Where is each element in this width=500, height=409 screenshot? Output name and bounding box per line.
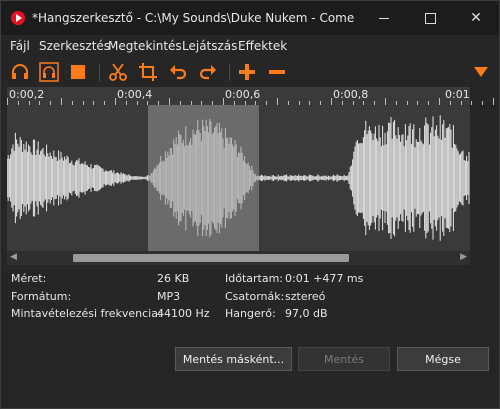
scroll-left-icon[interactable]: ◀ [10,252,17,262]
ruler-tick [115,98,116,105]
menu-effects[interactable]: Effektek [238,39,287,53]
ruler-tick [277,98,278,105]
window-title: *Hangszerkesztő - C:\My Sounds\Duke Nuke… [32,11,357,25]
ruler-tick [61,98,62,105]
headphones-selection-icon[interactable] [39,62,59,82]
close-button[interactable]: ✕ [453,1,499,35]
redo-icon[interactable] [198,62,218,82]
dropdown-arrow-icon[interactable] [471,62,491,82]
timeline-ruler[interactable]: 0:00,2 0:00,4 0:00,6 0:00,8 0:01 [7,87,494,105]
minimize-icon [379,17,389,19]
ruler-tick [439,98,440,105]
app-logo-icon [11,11,25,25]
sample-rate-label: Mintavételezési frekvencia: [11,307,162,320]
cancel-button[interactable]: Mégse [397,347,489,371]
size-label: Méret: [11,272,47,285]
toolbar-divider [99,64,100,81]
ruler-tick [223,98,224,105]
save-button: Mentés [298,347,390,371]
sample-rate-value: 44100 Hz [157,307,210,320]
size-value: 26 KB [157,272,190,285]
time-label: 0:00,2 [9,88,45,101]
toolbar [1,57,499,87]
time-label: 0:01 [445,88,470,101]
maximize-icon [424,12,436,24]
maximize-button[interactable] [407,1,453,35]
menu-view[interactable]: Megtekintés [108,39,182,53]
format-value: MP3 [157,290,181,303]
volume-label: Hangerő: [225,307,276,320]
duration-label: Időtartam: [225,272,284,285]
waveform-view[interactable] [7,105,470,251]
horizontal-scrollbar[interactable]: ◀ ▶ [7,251,470,265]
ruler-tick [169,98,170,105]
ruler-tick [471,101,473,105]
menu-playback[interactable]: Lejátszás [182,39,237,53]
save-as-button[interactable]: Mentés másként... [175,347,292,371]
ruler-tick [482,101,484,105]
menu-edit[interactable]: Szerkesztés [39,39,110,53]
ruler-tick [493,98,494,105]
menu-file[interactable]: Fájl [10,39,30,53]
time-label: 0:00,4 [117,88,153,101]
close-icon: ✕ [470,10,482,26]
ruler-tick [331,98,332,105]
undo-icon[interactable] [168,62,188,82]
minus-icon[interactable] [267,62,287,82]
time-label: 0:00,8 [333,88,369,101]
volume-value: 97,0 dB [285,307,328,320]
toolbar-divider [229,64,230,81]
sound-editor-window: *Hangszerkesztő - C:\My Sounds\Duke Nuke… [0,0,500,409]
crop-icon[interactable] [138,62,158,82]
menu-bar: Fájl Szerkesztés Megtekintés Lejátszás E… [1,35,499,57]
ruler-tick [7,98,8,105]
title-bar[interactable]: *Hangszerkesztő - C:\My Sounds\Duke Nuke… [1,1,499,35]
headphones-icon[interactable] [10,62,30,82]
channels-value: sztereó [285,290,326,303]
stop-icon[interactable] [68,62,88,82]
minimize-button[interactable] [361,1,407,35]
duration-value: 0:01 +477 ms [285,272,364,285]
scroll-thumb[interactable] [73,254,349,262]
scroll-right-icon[interactable]: ▶ [460,252,467,262]
time-label: 0:00,6 [225,88,261,101]
scissors-icon[interactable] [108,62,128,82]
format-label: Formátum: [11,290,72,303]
ruler-tick [385,98,386,105]
plus-icon[interactable] [237,62,257,82]
waveform [7,115,470,241]
channels-label: Csatornák: [225,290,285,303]
